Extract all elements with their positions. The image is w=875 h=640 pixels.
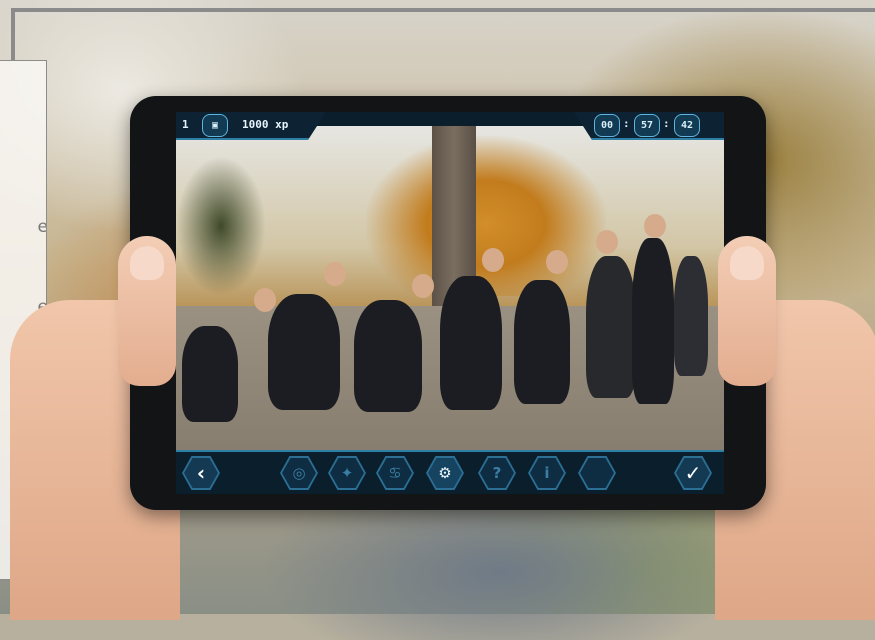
person-head [644,214,666,238]
timer-separator: : [663,117,670,130]
camera-view [176,126,724,472]
people-icon: ♋ [378,458,412,488]
compass-icon: ◎ [282,458,316,488]
person-head [596,230,618,254]
back-button[interactable]: ‹ [182,456,220,490]
checkmark-icon: ✓ [676,458,710,488]
confirm-button[interactable]: ✓ [674,456,712,490]
person [182,326,238,422]
thumbnail [130,246,164,280]
info-icon: i [530,458,564,488]
person [674,256,708,376]
level-number: 1 [182,118,189,131]
frame-top-line [11,8,875,12]
toolbar-button-compass[interactable]: ◎ [280,456,318,490]
tree [176,156,266,296]
empty-slot-icon [580,458,614,488]
person [586,256,636,398]
toolbar-button-tools[interactable]: ✦ [328,456,366,490]
toolbar-button-empty[interactable] [578,456,616,490]
toolbar-button-people[interactable]: ♋ [376,456,414,490]
autumn-foliage [366,136,606,296]
left-thumb [118,236,176,386]
person [632,238,674,404]
settings-icon: ⚙ [428,458,462,488]
hud-top-bar: 1 ▣ 1000 xp 00 : 57 : 42 [176,112,724,146]
person-head [254,288,276,312]
profile-icon[interactable]: ▣ [202,114,228,137]
side-text-fragment: e [37,217,47,237]
thumbnail [730,246,764,280]
toolbar-button-info[interactable]: i [528,456,566,490]
person [440,276,502,410]
xp-counter: 1000 xp [242,118,289,131]
person-head [546,250,568,274]
person [514,280,570,404]
timer-separator: : [623,117,630,130]
person [268,294,340,410]
person [354,300,422,412]
person-head [324,262,346,286]
hud-bottom-toolbar: ‹ ◎ ✦ ♋ ⚙ ? i ✓ [176,450,724,494]
timer-minutes: 57 [634,114,660,137]
tools-icon: ✦ [330,458,364,488]
tablet-screen: 1 ▣ 1000 xp 00 : 57 : 42 ‹ ◎ ✦ ♋ ⚙ ? i ✓ [176,112,724,494]
frame-left-line [11,8,15,60]
chevron-left-icon: ‹ [184,458,218,488]
timer-seconds: 42 [674,114,700,137]
person-head [412,274,434,298]
toolbar-button-settings[interactable]: ⚙ [426,456,464,490]
right-thumb [718,236,776,386]
person-head [482,248,504,272]
toolbar-button-help[interactable]: ? [478,456,516,490]
timer-hours: 00 [594,114,620,137]
help-icon: ? [480,458,514,488]
